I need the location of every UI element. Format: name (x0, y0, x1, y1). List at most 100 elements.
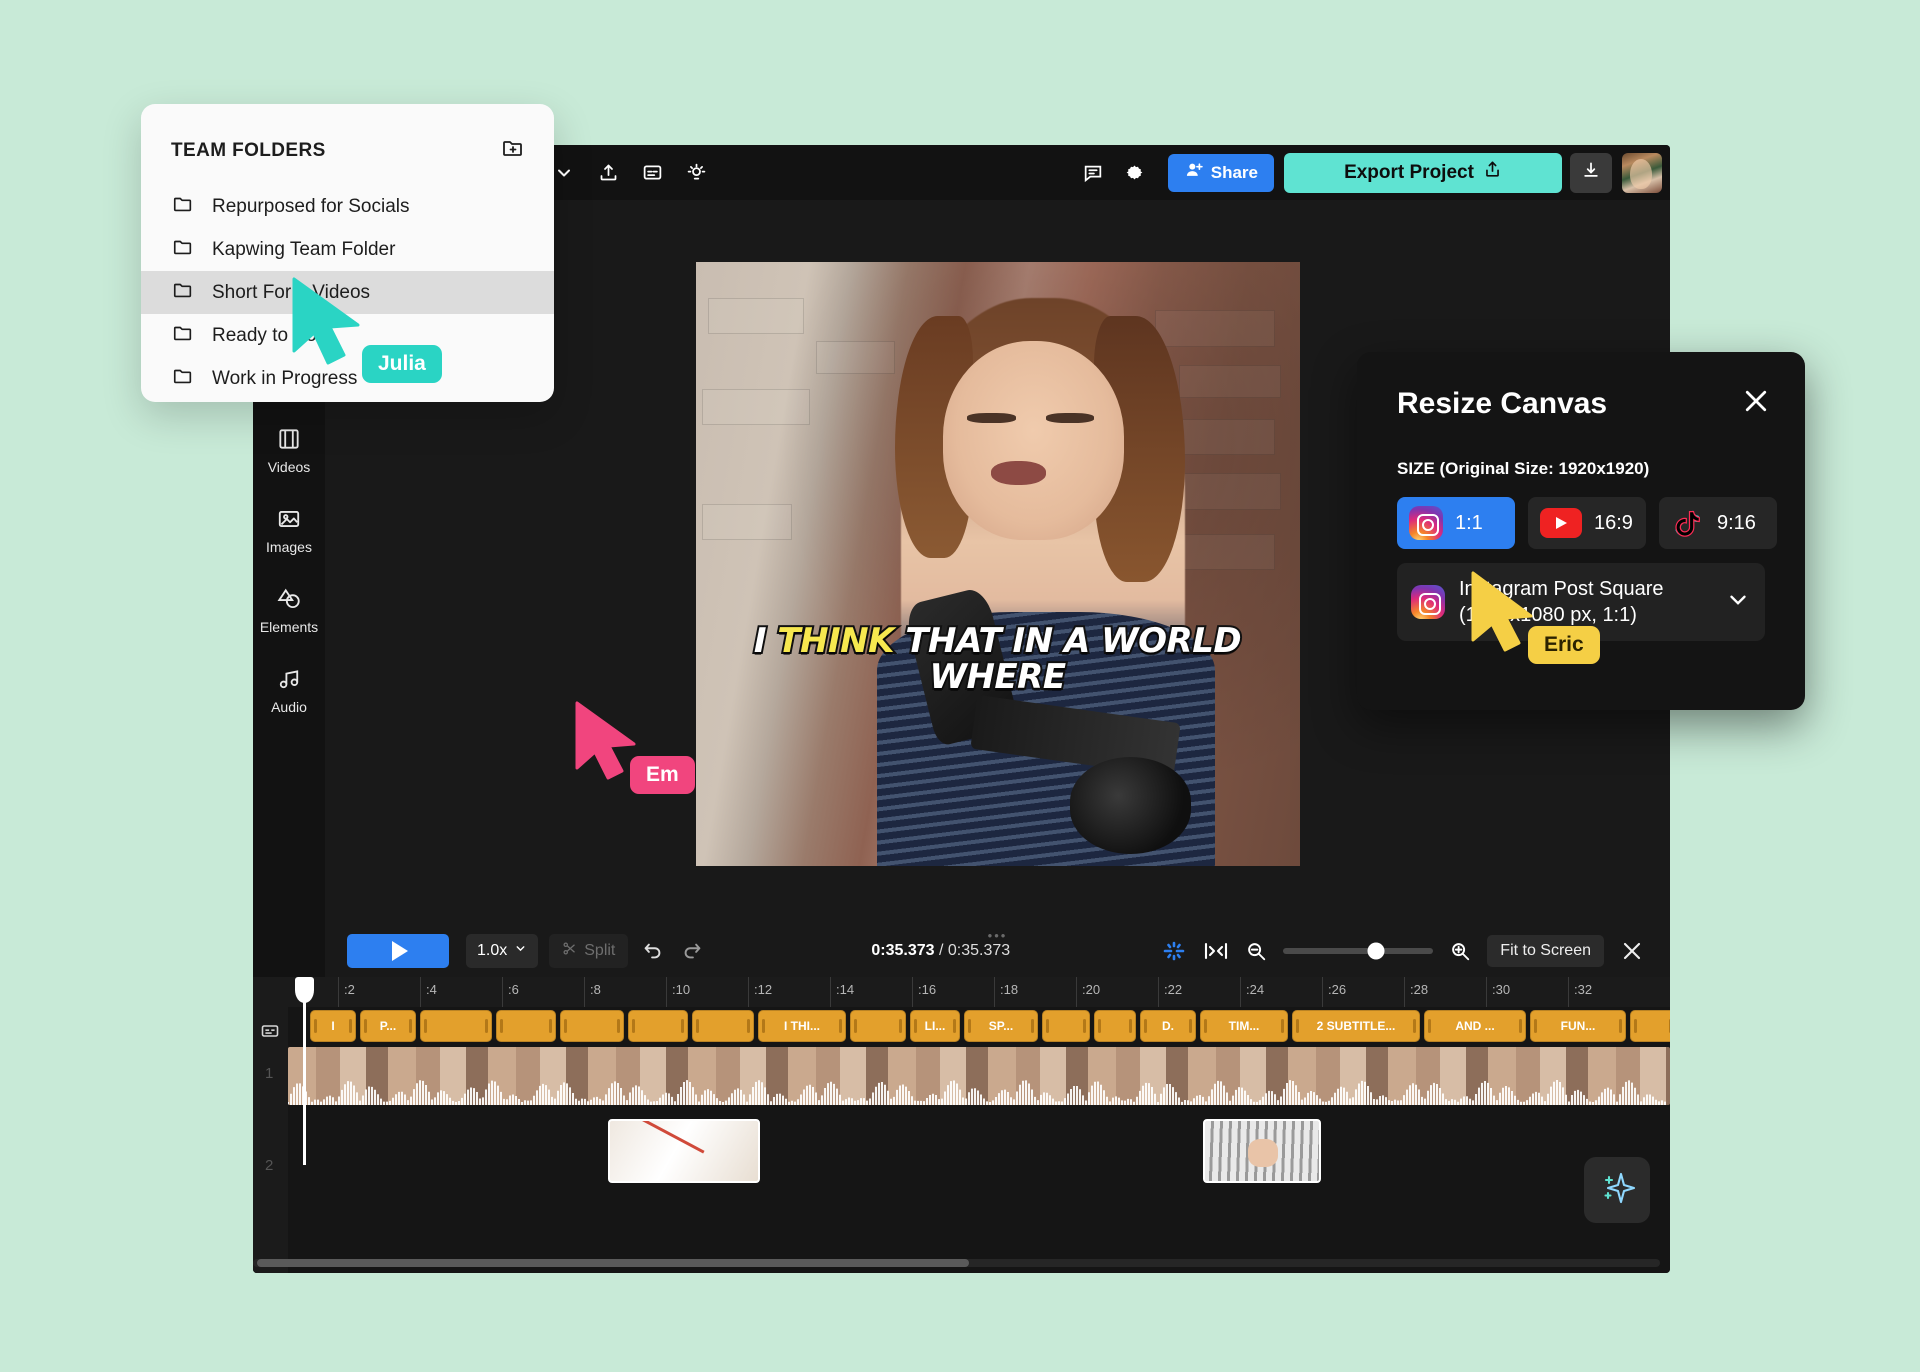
subtitle-clip[interactable]: FUN... (1530, 1010, 1626, 1042)
zoom-out-icon[interactable] (1245, 940, 1267, 962)
split-button[interactable]: Split (549, 934, 628, 968)
sidebar-item-elements[interactable]: Elements (253, 570, 325, 650)
subtitle-clip[interactable] (420, 1010, 492, 1042)
chevron-down-icon (514, 942, 527, 960)
gear-icon[interactable] (1116, 154, 1154, 192)
panel-resize-grip[interactable]: ••• (988, 928, 1008, 943)
preset-dropdown[interactable]: Instagram Post Square (1080x1080 px, 1:1… (1397, 563, 1765, 641)
shapes-icon (276, 586, 302, 612)
upload-icon[interactable] (589, 154, 627, 192)
download-button[interactable] (1570, 153, 1612, 193)
thumbnail-clip-2[interactable] (1203, 1119, 1321, 1183)
zoom-slider-knob[interactable] (1368, 943, 1385, 960)
playback-speed-dropdown[interactable]: 1.0x (466, 934, 538, 968)
ratio-button-16-9[interactable]: 16:9 (1528, 497, 1646, 549)
total-time: 0:35.373 (948, 942, 1010, 959)
zoom-slider[interactable] (1283, 948, 1433, 954)
subtitle-clip-label: TIM... (1229, 1019, 1260, 1033)
subtitle-clip[interactable] (496, 1010, 556, 1042)
zoom-in-icon[interactable] (1449, 940, 1471, 962)
music-note-icon (276, 666, 302, 692)
playhead[interactable] (303, 977, 306, 1165)
redo-button[interactable] (681, 940, 703, 962)
youtube-icon (1540, 508, 1582, 538)
subtitle-clip[interactable]: D. (1140, 1010, 1196, 1042)
subtitle-clip[interactable]: 2 SUBTITLE... (1292, 1010, 1420, 1042)
new-folder-icon[interactable] (500, 136, 526, 165)
folder-item-kapwing-team-folder[interactable]: Kapwing Team Folder (141, 228, 554, 271)
ruler-tick: :12 (748, 977, 772, 1007)
eye-right (1046, 413, 1094, 423)
brightness-icon[interactable] (677, 154, 715, 192)
subtitle-clip-label: D. (1162, 1019, 1174, 1033)
microphone-base (1070, 757, 1191, 854)
timeline: :2:4:6:8:10:12:14:16:18:20:22:24:26:28:3… (253, 977, 1670, 1273)
avatar[interactable] (1622, 153, 1662, 193)
sidebar-item-audio[interactable]: Audio (253, 650, 325, 730)
folder-item-ready-to-post[interactable]: Ready to Post (141, 314, 554, 357)
subtitle-clip[interactable]: TIM... (1200, 1010, 1288, 1042)
export-project-button[interactable]: Export Project (1284, 153, 1562, 193)
team-folders-title: TEAM FOLDERS (171, 140, 326, 162)
subtitle-clip[interactable]: LI... (910, 1010, 960, 1042)
time-separator: / (939, 942, 943, 959)
caption-icon[interactable] (633, 154, 671, 192)
ruler-tick: :20 (1076, 977, 1100, 1007)
ruler-tick: :32 (1568, 977, 1592, 1007)
subtitle-clip[interactable] (850, 1010, 906, 1042)
subtitle-clip[interactable] (560, 1010, 624, 1042)
subtitle-track[interactable]: IP... I THI... LI...SP... D. TIM... 2 SUBTITL… (288, 1007, 1670, 1045)
sidebar-item-videos[interactable]: Videos (253, 410, 325, 490)
close-timeline-button[interactable] (1620, 939, 1648, 963)
comment-icon[interactable] (1074, 154, 1112, 192)
subtitle-clip[interactable]: I (310, 1010, 356, 1042)
ai-sparkle-button[interactable] (1584, 1157, 1650, 1223)
overlay-track[interactable] (288, 1109, 1670, 1199)
play-button[interactable] (347, 934, 449, 968)
snap-icon[interactable] (1161, 939, 1187, 963)
subtitle-clip[interactable] (1094, 1010, 1136, 1042)
caption-overlay[interactable]: I THINK THAT IN A WORLD WHERE (696, 624, 1300, 695)
close-icon[interactable] (1741, 386, 1771, 421)
subtitle-clip[interactable] (628, 1010, 688, 1042)
folder-icon (171, 193, 195, 221)
share-label: Share (1211, 163, 1258, 183)
sidebar-item-label: Audio (271, 699, 307, 715)
timecode-display: 0:35.373 / 0:35.373 (871, 942, 1010, 960)
fit-clip-icon[interactable] (1203, 940, 1229, 962)
image-icon (276, 506, 302, 532)
subtitle-clip[interactable] (692, 1010, 754, 1042)
ruler-tick: :26 (1322, 977, 1346, 1007)
playback-speed-label: 1.0x (477, 942, 507, 960)
caption-highlight: THINK (777, 621, 894, 661)
subtitle-clip[interactable]: AND ... (1424, 1010, 1526, 1042)
horizontal-scrollbar[interactable] (257, 1259, 969, 1267)
ratio-button-1-1[interactable]: 1:1 (1397, 497, 1515, 549)
film-icon (276, 426, 302, 452)
subtitle-clip[interactable] (1630, 1010, 1670, 1042)
video-preview[interactable]: I THINK THAT IN A WORLD WHERE (696, 262, 1300, 866)
folder-item-work-in-progress[interactable]: Work in Progress (141, 357, 554, 400)
subtitle-clip[interactable]: P... (360, 1010, 416, 1042)
play-icon (392, 941, 408, 961)
fit-to-screen-button[interactable]: Fit to Screen (1487, 935, 1604, 967)
ai-sparkle-icon (1598, 1169, 1636, 1212)
sidebar-item-images[interactable]: Images (253, 490, 325, 570)
subtitle-clip-label: I THI... (784, 1019, 820, 1033)
folder-item-repurposed-for-socials[interactable]: Repurposed for Socials (141, 185, 554, 228)
video-track[interactable] (288, 1047, 1670, 1105)
thumbnail-clip-1[interactable] (608, 1119, 760, 1183)
team-folders-list: Repurposed for Socials Kapwing Team Fold… (141, 185, 554, 400)
share-button[interactable]: Share (1168, 154, 1274, 192)
subtitle-clip[interactable] (1042, 1010, 1090, 1042)
subtitle-clip[interactable]: SP... (964, 1010, 1038, 1042)
folder-item-short-form-videos[interactable]: Short Form Videos (141, 271, 554, 314)
undo-button[interactable] (642, 940, 664, 962)
timeline-ruler[interactable]: :2:4:6:8:10:12:14:16:18:20:22:24:26:28:3… (253, 977, 1670, 1007)
ruler-tick: :22 (1158, 977, 1182, 1007)
folder-item-label: Repurposed for Socials (212, 196, 410, 218)
screenshot-root: Share Export Project Text (0, 0, 1920, 1372)
subtitle-clip[interactable]: I THI... (758, 1010, 846, 1042)
playhead-handle[interactable] (295, 977, 314, 1003)
ratio-button-9-16[interactable]: 9:16 (1659, 497, 1777, 549)
